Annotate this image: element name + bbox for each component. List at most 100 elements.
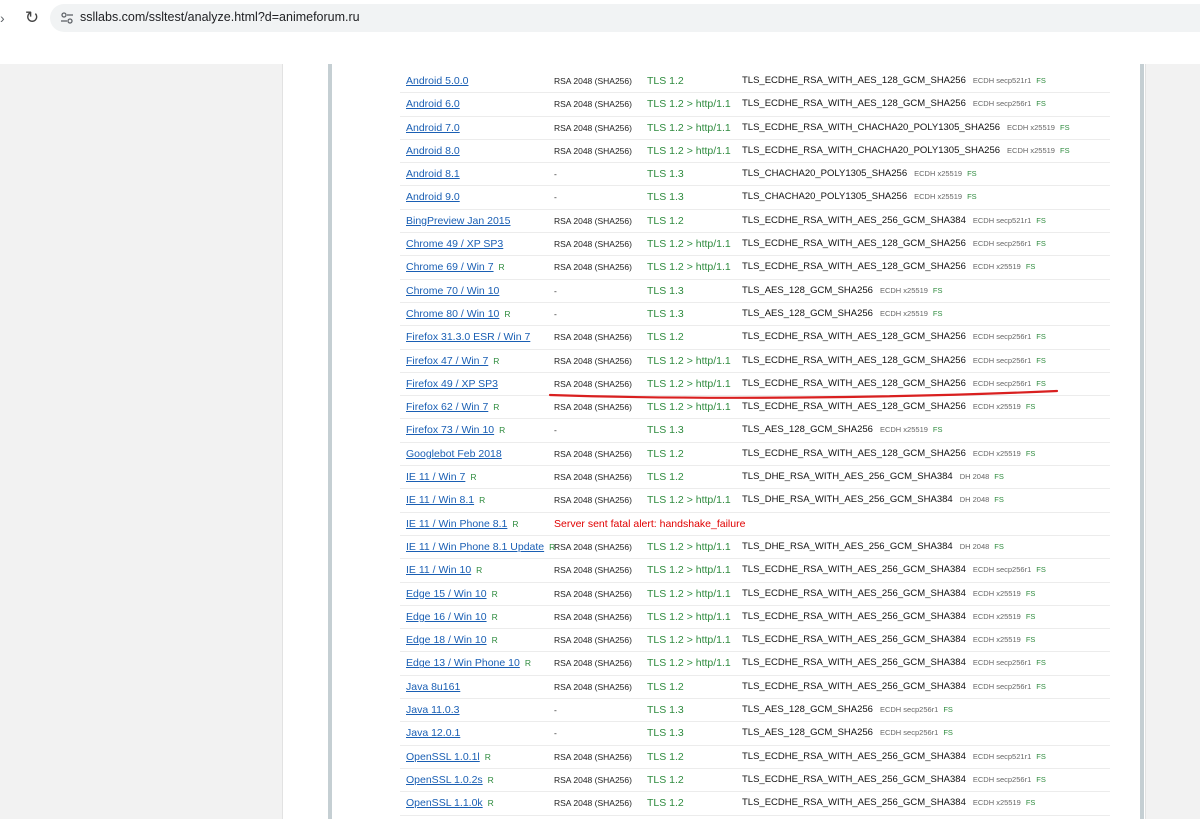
forward-secrecy-badge: FS — [1036, 378, 1046, 388]
key-exchange-label: ECDH x25519 — [972, 611, 1021, 621]
server-key-cell: RSA 2048 (SHA256) — [554, 774, 632, 785]
site-info-icon[interactable] — [60, 11, 74, 25]
client-link[interactable]: Chrome 69 / Win 7 — [406, 261, 494, 273]
client-link[interactable]: Firefox 31.3.0 ESR / Win 7 — [406, 331, 530, 343]
table-row: IE 11 / Win 10 R RSA 2048 (SHA256) TLS 1.2 … — [400, 559, 1110, 583]
cipher-suite-cell: TLS_ECDHE_RSA_WITH_AES_256_GCM_SHA384 ECD… — [742, 792, 1035, 814]
client-link[interactable]: Edge 18 / Win 10 — [406, 634, 487, 646]
client-link[interactable]: OpenSSL 1.1.0k — [406, 797, 483, 809]
cipher-suite-cell: TLS_DHE_RSA_WITH_AES_256_GCM_SHA384 DH 20… — [742, 466, 1004, 488]
protocol-cell: TLS 1.2 > http/1.1 — [647, 144, 731, 157]
key-exchange-label: ECDH x25519 — [972, 588, 1021, 598]
forward-secrecy-badge: FS — [1036, 774, 1046, 784]
key-exchange-label: ECDH x25519 — [1007, 122, 1055, 132]
cipher-suite-cell: TLS_AES_128_GCM_SHA256 ECDH secp256r1 FS — [742, 699, 953, 721]
client-link[interactable]: Edge 13 / Win Phone 10 — [406, 657, 520, 669]
reference-browser-mark: R — [498, 262, 505, 273]
forward-secrecy-badge: FS — [932, 285, 943, 295]
protocol-cell: TLS 1.2 — [647, 773, 684, 786]
client-link[interactable]: Firefox 47 / Win 7 — [406, 355, 488, 367]
protocol-cell: TLS 1.3 — [647, 704, 684, 717]
key-exchange-label: ECDH x25519 — [1007, 145, 1055, 155]
table-row: Edge 13 / Win Phone 10 R RSA 2048 (SHA256)… — [400, 652, 1110, 676]
client-link[interactable]: Googlebot Feb 2018 — [406, 448, 502, 460]
client-cell: IE 11 / Win 10 R — [406, 559, 482, 581]
key-exchange-label: ECDH x25519 — [879, 425, 928, 435]
cipher-suite-name: TLS_ECDHE_RSA_WITH_AES_128_GCM_SHA256 — [742, 75, 966, 86]
client-link[interactable]: Firefox 49 / XP SP3 — [406, 378, 498, 390]
client-link[interactable]: Edge 15 / Win 10 — [406, 588, 487, 600]
forward-secrecy-badge: FS — [994, 541, 1004, 551]
forward-secrecy-badge: FS — [1036, 215, 1046, 225]
cipher-suite-name: TLS_ECDHE_RSA_WITH_AES_256_GCM_SHA384 — [742, 214, 966, 226]
table-row: Firefox 62 / Win 7 R RSA 2048 (SHA256) TLS … — [400, 396, 1110, 420]
client-link[interactable]: Android 5.0.0 — [406, 75, 468, 87]
table-row: Firefox 49 / XP SP3 RSA 2048 (SHA256) TLS … — [400, 373, 1110, 397]
cipher-suite-name: TLS_ECDHE_RSA_WITH_AES_256_GCM_SHA384 — [742, 750, 966, 762]
client-cell: Edge 18 / Win 10 R — [406, 629, 498, 651]
key-exchange-label: ECDH secp256r1 — [879, 728, 939, 738]
reload-icon[interactable]: ↻ — [20, 6, 44, 30]
cipher-suite-name: TLS_ECDHE_RSA_WITH_AES_256_GCM_SHA384 — [742, 657, 966, 669]
cipher-suite-name: TLS_CHACHA20_POLY1305_SHA256 — [742, 168, 908, 180]
cipher-suite-name: TLS_AES_128_GCM_SHA256 — [742, 727, 873, 739]
cipher-suite-name: TLS_ECDHE_RSA_WITH_AES_128_GCM_SHA256 — [742, 354, 966, 366]
table-row: Chrome 49 / XP SP3 RSA 2048 (SHA256) TLS 1… — [400, 233, 1110, 257]
client-link[interactable]: BingPreview Jan 2015 — [406, 215, 510, 227]
forward-secrecy-badge: FS — [994, 472, 1004, 482]
forward-secrecy-badge: FS — [1036, 681, 1046, 691]
client-link[interactable]: Firefox 62 / Win 7 — [406, 401, 488, 413]
client-cell: Chrome 70 / Win 10 — [406, 280, 499, 302]
client-link[interactable]: Chrome 80 / Win 10 — [406, 308, 499, 320]
cipher-suite-cell: TLS_ECDHE_RSA_WITH_AES_128_GCM_SHA256 ECD… — [742, 233, 1046, 255]
client-cell: Firefox 73 / Win 10 R — [406, 419, 505, 441]
protocol-cell: TLS 1.2 — [647, 447, 684, 460]
cipher-suite-cell: TLS_AES_128_GCM_SHA256 ECDH x25519 FS — [742, 419, 943, 441]
client-cell: Edge 13 / Win Phone 10 R — [406, 652, 531, 674]
client-link[interactable]: IE 11 / Win Phone 8.1 Update — [406, 541, 544, 553]
client-link[interactable]: Firefox 73 / Win 10 — [406, 424, 494, 436]
protocol-cell: TLS 1.3 — [647, 191, 684, 204]
protocol-cell: TLS 1.2 — [647, 797, 684, 810]
client-link[interactable]: Android 9.0 — [406, 191, 460, 203]
reference-browser-mark: R — [484, 751, 491, 762]
protocol-cell: TLS 1.2 > http/1.1 — [647, 587, 731, 600]
reference-browser-mark: R — [487, 798, 494, 809]
client-link[interactable]: Java 11.0.3 — [406, 704, 460, 716]
key-exchange-label: ECDH secp256r1 — [972, 99, 1032, 109]
forward-secrecy-badge: FS — [1059, 122, 1070, 132]
table-row: IE 11 / Win 8.1 R RSA 2048 (SHA256) TLS 1.2… — [400, 489, 1110, 513]
table-row: Java 8u161 RSA 2048 (SHA256) TLS 1.2 TLS_EC… — [400, 676, 1110, 700]
client-link[interactable]: IE 11 / Win 10 — [406, 564, 471, 576]
forward-arrow-icon[interactable]: › — [0, 9, 10, 27]
url-text[interactable]: ssllabs.com/ssltest/analyze.html?d=anime… — [80, 10, 360, 24]
client-link[interactable]: OpenSSL 1.0.1l — [406, 751, 480, 763]
client-link[interactable]: Chrome 70 / Win 10 — [406, 285, 499, 297]
client-link[interactable]: Java 12.0.1 — [406, 727, 460, 739]
client-link[interactable]: Android 8.1 — [406, 168, 460, 180]
client-link[interactable]: OpenSSL 1.0.2s — [406, 774, 483, 786]
cipher-suite-cell: TLS_ECDHE_RSA_WITH_AES_256_GCM_SHA384 ECD… — [742, 746, 1046, 768]
cipher-suite-name: TLS_ECDHE_RSA_WITH_CHACHA20_POLY1305_SHA… — [742, 121, 1001, 133]
client-link[interactable]: IE 11 / Win Phone 8.1 — [406, 518, 507, 530]
client-link[interactable]: Android 8.0 — [406, 145, 460, 157]
address-bar[interactable]: ssllabs.com/ssltest/analyze.html?d=anime… — [50, 4, 1200, 32]
cipher-suite-cell: TLS_ECDHE_RSA_WITH_AES_256_GCM_SHA384 ECD… — [742, 210, 1046, 232]
table-row: IE 11 / Win 7 R RSA 2048 (SHA256) TLS 1.2 TL… — [400, 466, 1110, 490]
key-exchange-label: ECDH x25519 — [972, 402, 1021, 412]
server-key-cell: RSA 2048 (SHA256) — [554, 495, 632, 506]
server-key-cell: RSA 2048 (SHA256) — [554, 658, 632, 669]
client-link[interactable]: Java 8u161 — [406, 681, 460, 693]
client-link[interactable]: Edge 16 / Win 10 — [406, 611, 487, 623]
client-link[interactable]: IE 11 / Win 7 — [406, 471, 465, 483]
forward-secrecy-badge: FS — [1025, 448, 1036, 458]
table-row: Android 7.0 RSA 2048 (SHA256) TLS 1.2 > ht… — [400, 117, 1110, 140]
client-link[interactable]: Android 6.0 — [406, 98, 460, 110]
client-cell: Firefox 62 / Win 7 R — [406, 396, 499, 418]
server-key-cell: RSA 2048 (SHA256) — [554, 448, 632, 459]
client-link[interactable]: Chrome 49 / XP SP3 — [406, 238, 503, 250]
table-row: Android 8.1 - TLS 1.3 TLS_CHACHA20_POLY1305… — [400, 163, 1110, 187]
protocol-cell: TLS 1.2 > http/1.1 — [647, 564, 731, 577]
client-link[interactable]: Android 7.0 — [406, 122, 460, 134]
client-link[interactable]: IE 11 / Win 8.1 — [406, 494, 474, 506]
